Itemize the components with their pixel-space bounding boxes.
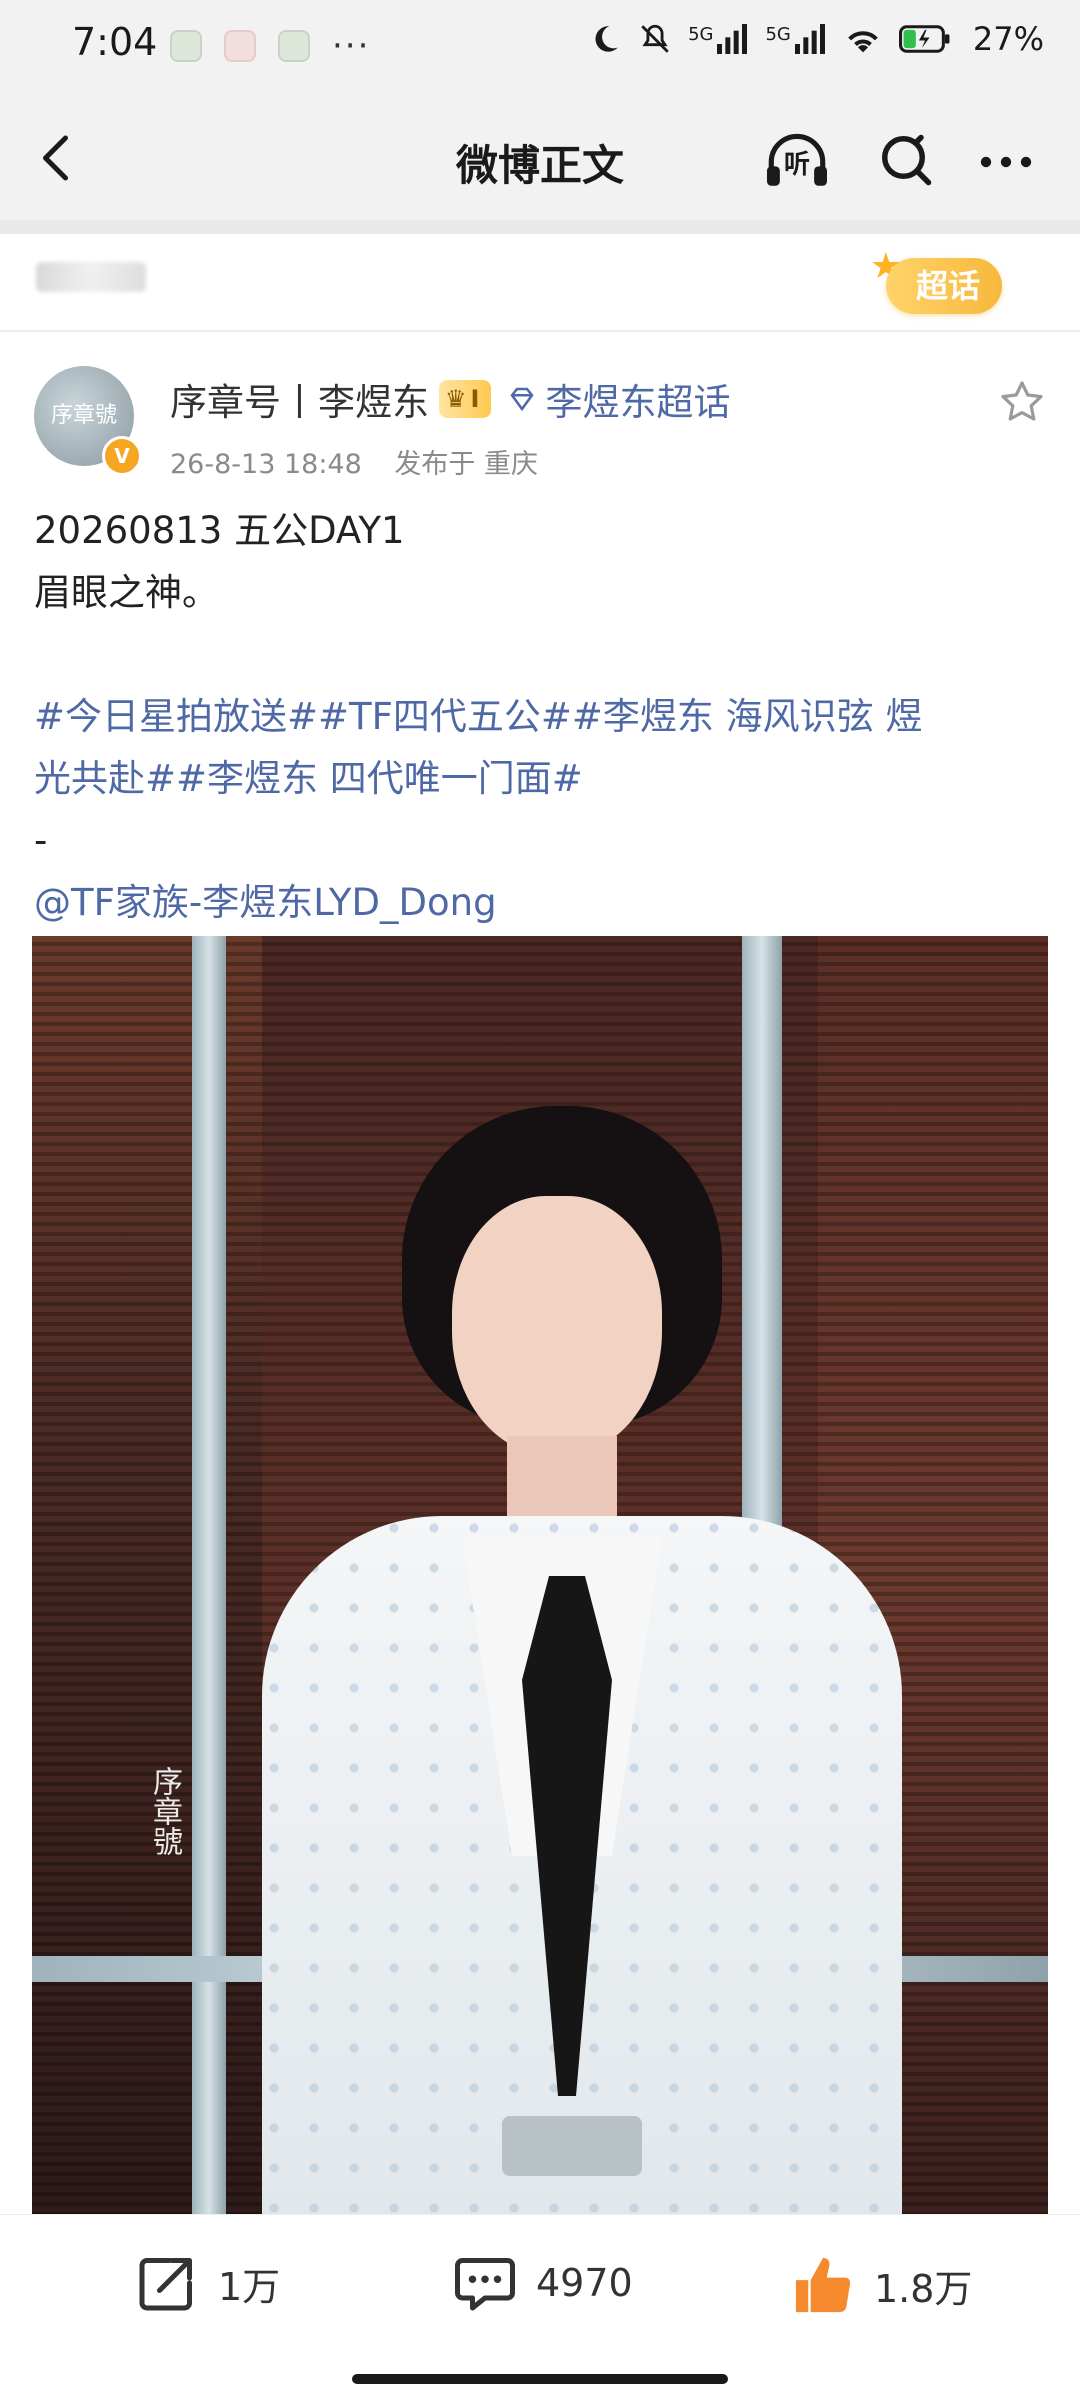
mute-icon [638,22,672,56]
app-notification-icon [170,30,202,62]
post-dash: - [34,819,48,862]
like-button[interactable]: 1.8万 [790,2253,972,2317]
member-crown-badge[interactable]: ♛ I [439,380,492,418]
post-meta: 26-8-13 18:48 发布于 重庆 [170,442,562,481]
divider [0,220,1080,234]
photo-background [32,936,262,2226]
listen-button[interactable]: 听 [762,130,832,190]
comment-count: 4970 [536,2261,633,2305]
thumbs-up-icon [795,2257,851,2313]
repost-count: 1万 [218,2264,281,2309]
action-bar: 1万 4970 1.8万 [0,2214,1080,2355]
hashtag-links[interactable]: #今日星拍放送##TF四代五公##李煜东 海风识弦 煜 [34,686,1046,748]
more-notifications-icon: ··· [332,26,371,66]
diamond-icon [510,387,535,412]
status-bar: 7:04 ··· 5G 5G 27% [0,0,1080,92]
photo-watermark: 序章號 [147,1766,182,1856]
more-dots-icon [980,156,1032,168]
status-time: 7:04 [72,20,158,64]
member-level: I [470,385,480,413]
signal-5g-icon: 5G [765,24,826,54]
like-count: 1.8万 [874,2266,973,2311]
battery-percent: 27% [972,20,1044,58]
comment-button[interactable]: 4970 [452,2253,633,2313]
blurred-topic-name [36,262,146,292]
post-text: 20260813 五公DAY1 眉眼之神。 #今日星拍放送##TF四代五公##李… [34,500,1046,934]
post-line: 20260813 五公DAY1 [34,509,405,552]
post-location: 发布于 重庆 [394,449,538,480]
author-row: 序章号丨李煜东 ♛ I 李煜东超话 [170,372,730,426]
super-topic-name: 李煜东超话 [545,381,731,424]
super-topic-header[interactable]: ★ 超话 [0,234,1080,332]
listen-label: 听 [784,150,811,180]
photo-pole [192,936,226,2226]
moon-icon [588,22,622,56]
super-topic-badge[interactable]: 超话 [885,258,1002,314]
crown-icon: ♛ [445,385,467,413]
battery-charging-icon [898,24,951,54]
status-icons: 5G 5G 27% [588,20,1044,58]
share-icon [139,2258,192,2311]
verified-icon: V [102,436,142,476]
status-notification-icons: ··· [170,26,371,66]
mention-link[interactable]: @TF家族-李煜东LYD_Dong [34,872,1046,934]
avatar-text: 序章號 [50,403,117,428]
star-outline-icon [1001,381,1043,421]
post-timestamp: 26-8-13 18:48 [170,449,362,480]
search-button[interactable] [876,130,936,190]
repost-button[interactable]: 1万 [134,2253,280,2313]
hashtag-links[interactable]: 光共赴##李煜东 四代唯一门面# [34,748,1046,810]
post-line: 眉眼之神。 [34,571,219,614]
home-indicator[interactable] [352,2374,728,2384]
network-label: 5G [688,24,714,45]
super-topic-link[interactable]: 李煜东超话 [507,372,730,426]
more-options-button[interactable] [976,144,1036,180]
comment-icon [455,2258,515,2311]
network-label: 5G [765,24,791,45]
search-icon [882,134,932,186]
photo-subject-belt [502,2116,642,2176]
wifi-icon [843,23,883,55]
signal-5g-icon: 5G [688,24,749,54]
app-notification-icon [278,30,310,62]
photo-subject-face [452,1196,662,1456]
post-photo[interactable]: 序章號 [32,936,1048,2226]
favorite-button[interactable] [998,378,1046,426]
top-navigation-bar: 微博正文 听 [0,92,1080,220]
author-name[interactable]: 序章号丨李煜东 [170,372,429,426]
app-notification-icon [224,30,256,62]
